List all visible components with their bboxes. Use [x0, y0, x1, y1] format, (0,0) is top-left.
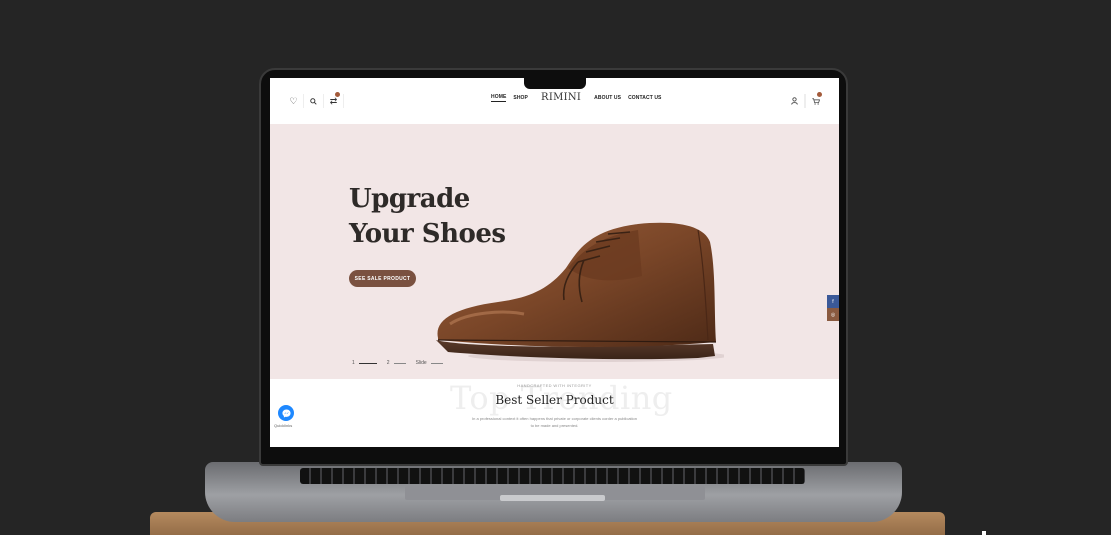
slide-line: [393, 362, 406, 364]
hero-slider: Upgrade Your Shoes SEE SALE PRODUCT 1 2 …: [270, 124, 839, 379]
laptop-lid: ♡ ⇄ HOME SHOP RIMINI ABOUT US CONTACT US: [259, 68, 848, 466]
leather-boot-image: [436, 222, 724, 362]
social-share-bar: f ◎: [827, 295, 839, 321]
cart-badge: [817, 92, 822, 97]
instagram-icon[interactable]: ◎: [827, 308, 839, 321]
facebook-icon[interactable]: f: [827, 295, 839, 308]
camera-notch: [524, 74, 586, 89]
laptop-base: [205, 462, 902, 522]
header-right-icons: [785, 92, 825, 108]
nav-link-contact-us[interactable]: CONTACT US: [628, 95, 661, 101]
slide-line: [358, 362, 377, 364]
compare-badge: [335, 92, 340, 97]
base-notch: [500, 495, 605, 501]
see-sale-product-button[interactable]: SEE SALE PRODUCT: [349, 270, 416, 287]
slide-line: [430, 362, 443, 364]
section-title: Best Seller Product: [495, 393, 614, 407]
corner-mark: [982, 531, 986, 535]
compare-icon[interactable]: ⇄: [324, 92, 344, 108]
nav-link-shop[interactable]: SHOP: [513, 95, 528, 101]
messenger-icon[interactable]: [278, 405, 294, 421]
user-icon[interactable]: [785, 94, 805, 108]
slide-indicator-3[interactable]: Slide: [416, 360, 443, 366]
site-logo[interactable]: RIMINI: [541, 92, 581, 103]
main-navigation: HOME SHOP RIMINI ABOUT US CONTACT US: [491, 92, 661, 103]
nav-link-about-us[interactable]: ABOUT US: [594, 95, 621, 101]
header-left-icons: ♡ ⇄: [284, 92, 344, 108]
keyboard: [300, 468, 805, 484]
nav-link-home[interactable]: HOME: [491, 94, 507, 102]
cart-icon[interactable]: [805, 92, 825, 108]
slide-indicator-1[interactable]: 1: [352, 360, 377, 366]
slide-indicator-2[interactable]: 2: [387, 360, 406, 366]
best-seller-section: Top Trending HANDCRAFTED WITH INTEGRITY …: [270, 379, 839, 447]
section-description: In a professional context it often happe…: [472, 416, 637, 428]
section-eyebrow: HANDCRAFTED WITH INTEGRITY: [517, 383, 592, 388]
website-screen: ♡ ⇄ HOME SHOP RIMINI ABOUT US CONTACT US: [270, 78, 839, 447]
messenger-label: Quicklinks: [274, 423, 293, 428]
slide-pagination: 1 2 Slide: [352, 360, 443, 366]
hero-title-line1: Upgrade: [349, 184, 470, 214]
search-icon[interactable]: [304, 94, 324, 108]
heart-icon[interactable]: ♡: [284, 94, 304, 108]
